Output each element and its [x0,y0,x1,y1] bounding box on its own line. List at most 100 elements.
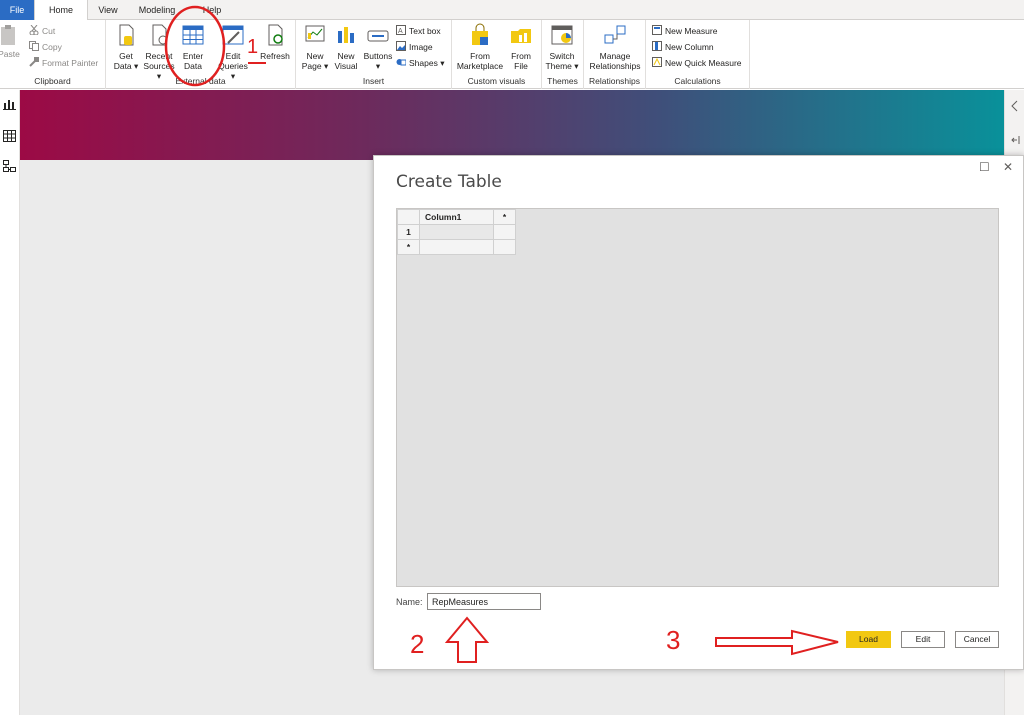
calculations-group: New Measure New Column New Quick Measure… [646,20,750,89]
new-page-label-1: New [306,51,324,61]
svg-text:A: A [398,28,403,35]
text-box-icon: A [396,25,406,35]
from-marketplace-button[interactable]: From Marketplace [456,23,504,71]
new-visual-label-2: Visual [334,61,358,71]
external-data-group: Get Data ▾ Recent Sources ▾ Enter Data E… [106,20,296,89]
paste-button[interactable]: Paste [0,23,26,59]
themes-group: Switch Theme ▾ Themes [542,20,584,89]
step-number-3: 3 [666,625,681,655]
row-header: 1 [397,224,420,240]
buttons-button[interactable]: Buttons ▾ [360,23,396,71]
get-data-label-2: Data ▾ [113,61,139,71]
table-cell[interactable] [493,239,516,255]
relationships-group-label: Relationships [588,76,641,86]
new-column-label: New Column [665,42,714,52]
from-file-label-2: File [514,61,528,71]
new-measure-button[interactable]: New Measure [652,24,717,38]
clipboard-group: Paste Cut Copy Format Painter Clipboard [0,20,106,89]
new-page-label-2: Page ▾ [301,61,329,71]
shapes-button[interactable]: Shapes ▾ [396,56,444,70]
tab-modeling[interactable]: Modeling [130,0,184,20]
tab-view[interactable]: View [90,0,126,20]
clipboard-group-label: Clipboard [34,76,71,86]
text-box-label: Text box [409,26,441,36]
image-button[interactable]: Image [396,40,433,54]
pane-collapse-icon[interactable] [1010,135,1020,147]
shapes-label: Shapes ▾ [409,58,445,68]
data-entry-grid[interactable]: Column1 * 1 * [396,208,999,587]
format-painter-button[interactable]: Format Painter [29,56,98,70]
new-page-button[interactable]: New Page ▾ [298,23,332,71]
switch-theme-label-2: Theme ▾ [545,61,579,71]
view-switcher-rail [0,90,20,715]
external-data-group-label: External data [175,76,226,86]
column-header[interactable]: Column1 [419,209,494,225]
bar-chart-icon [335,23,357,47]
button-icon [367,23,389,47]
shapes-icon [396,57,407,67]
corner-cell [397,209,420,225]
load-button[interactable]: Load [846,631,891,648]
recent-sources-label-1: Recent [145,51,173,61]
add-column-header[interactable]: * [493,209,516,225]
enter-data-button[interactable]: Enter Data [176,23,210,71]
model-view-icon[interactable] [3,160,16,172]
get-data-button[interactable]: Get Data ▾ [109,23,143,71]
maximize-icon[interactable]: ☐ [979,160,990,174]
custom-visuals-group: From Marketplace From File Custom visual… [452,20,542,89]
column-icon [652,41,662,51]
get-data-label-1: Get [119,51,133,61]
switch-theme-label-1: Switch [549,51,575,61]
refresh-icon [264,23,286,47]
tab-help[interactable]: Help [196,0,228,20]
format-painter-label: Format Painter [42,58,99,68]
refresh-label: Refresh [260,51,290,61]
from-file-button[interactable]: From File [504,23,538,71]
manage-relationships-label-2: Relationships [589,61,641,71]
theme-palette-icon [551,23,573,47]
marketplace-bag-icon [469,23,491,47]
paste-label: Paste [0,49,20,59]
table-cell[interactable] [419,224,494,240]
close-icon[interactable]: ✕ [1003,160,1013,174]
data-view-icon[interactable] [3,130,16,142]
recent-sources-button[interactable]: Recent Sources ▾ [142,23,176,81]
ribbon-tab-bar: File Home View Modeling Help [0,0,1024,21]
ribbon: Paste Cut Copy Format Painter Clipboard … [0,20,1024,89]
cancel-button[interactable]: Cancel [955,631,999,648]
cut-label: Cut [42,26,56,36]
table-cell[interactable] [493,224,516,240]
switch-theme-button[interactable]: Switch Theme ▾ [545,23,579,71]
copy-label: Copy [42,42,62,52]
cut-button[interactable]: Cut [29,24,55,38]
relationships-group: Manage Relationships Relationships [584,20,646,89]
report-view-icon[interactable] [3,98,16,110]
chevron-left-icon[interactable] [1011,100,1019,114]
text-box-button[interactable]: A Text box [396,24,441,38]
edit-queries-button[interactable]: Edit Queries ▾ [216,23,250,81]
manage-relationships-button[interactable]: Manage Relationships [587,23,643,71]
image-label: Image [409,42,433,52]
table-cell[interactable] [419,239,494,255]
quick-measure-icon [652,57,662,67]
new-quick-measure-button[interactable]: New Quick Measure [652,56,742,70]
paste-icon [0,23,20,47]
new-page-icon [304,23,326,47]
refresh-button[interactable]: Refresh [258,23,292,61]
new-row-header: * [397,239,420,255]
table-name-input[interactable] [427,593,541,610]
copy-button[interactable]: Copy [29,40,62,54]
new-visual-button[interactable]: New Visual [329,23,363,71]
calculations-group-label: Calculations [674,76,721,86]
create-table-dialog: Create Table ☐ ✕ Column1 * 1 * Name: Loa… [373,155,1024,670]
folder-chart-icon [510,23,532,47]
edit-button[interactable]: Edit [901,631,945,648]
tab-home[interactable]: Home [34,0,88,21]
buttons-label-1: Buttons [363,51,393,61]
new-column-button[interactable]: New Column [652,40,714,54]
tab-file[interactable]: File [0,0,34,20]
step-number-2: 2 [410,629,425,659]
from-marketplace-label-2: Marketplace [456,61,504,71]
new-quick-measure-label: New Quick Measure [665,58,742,68]
recent-sources-icon [148,23,170,47]
